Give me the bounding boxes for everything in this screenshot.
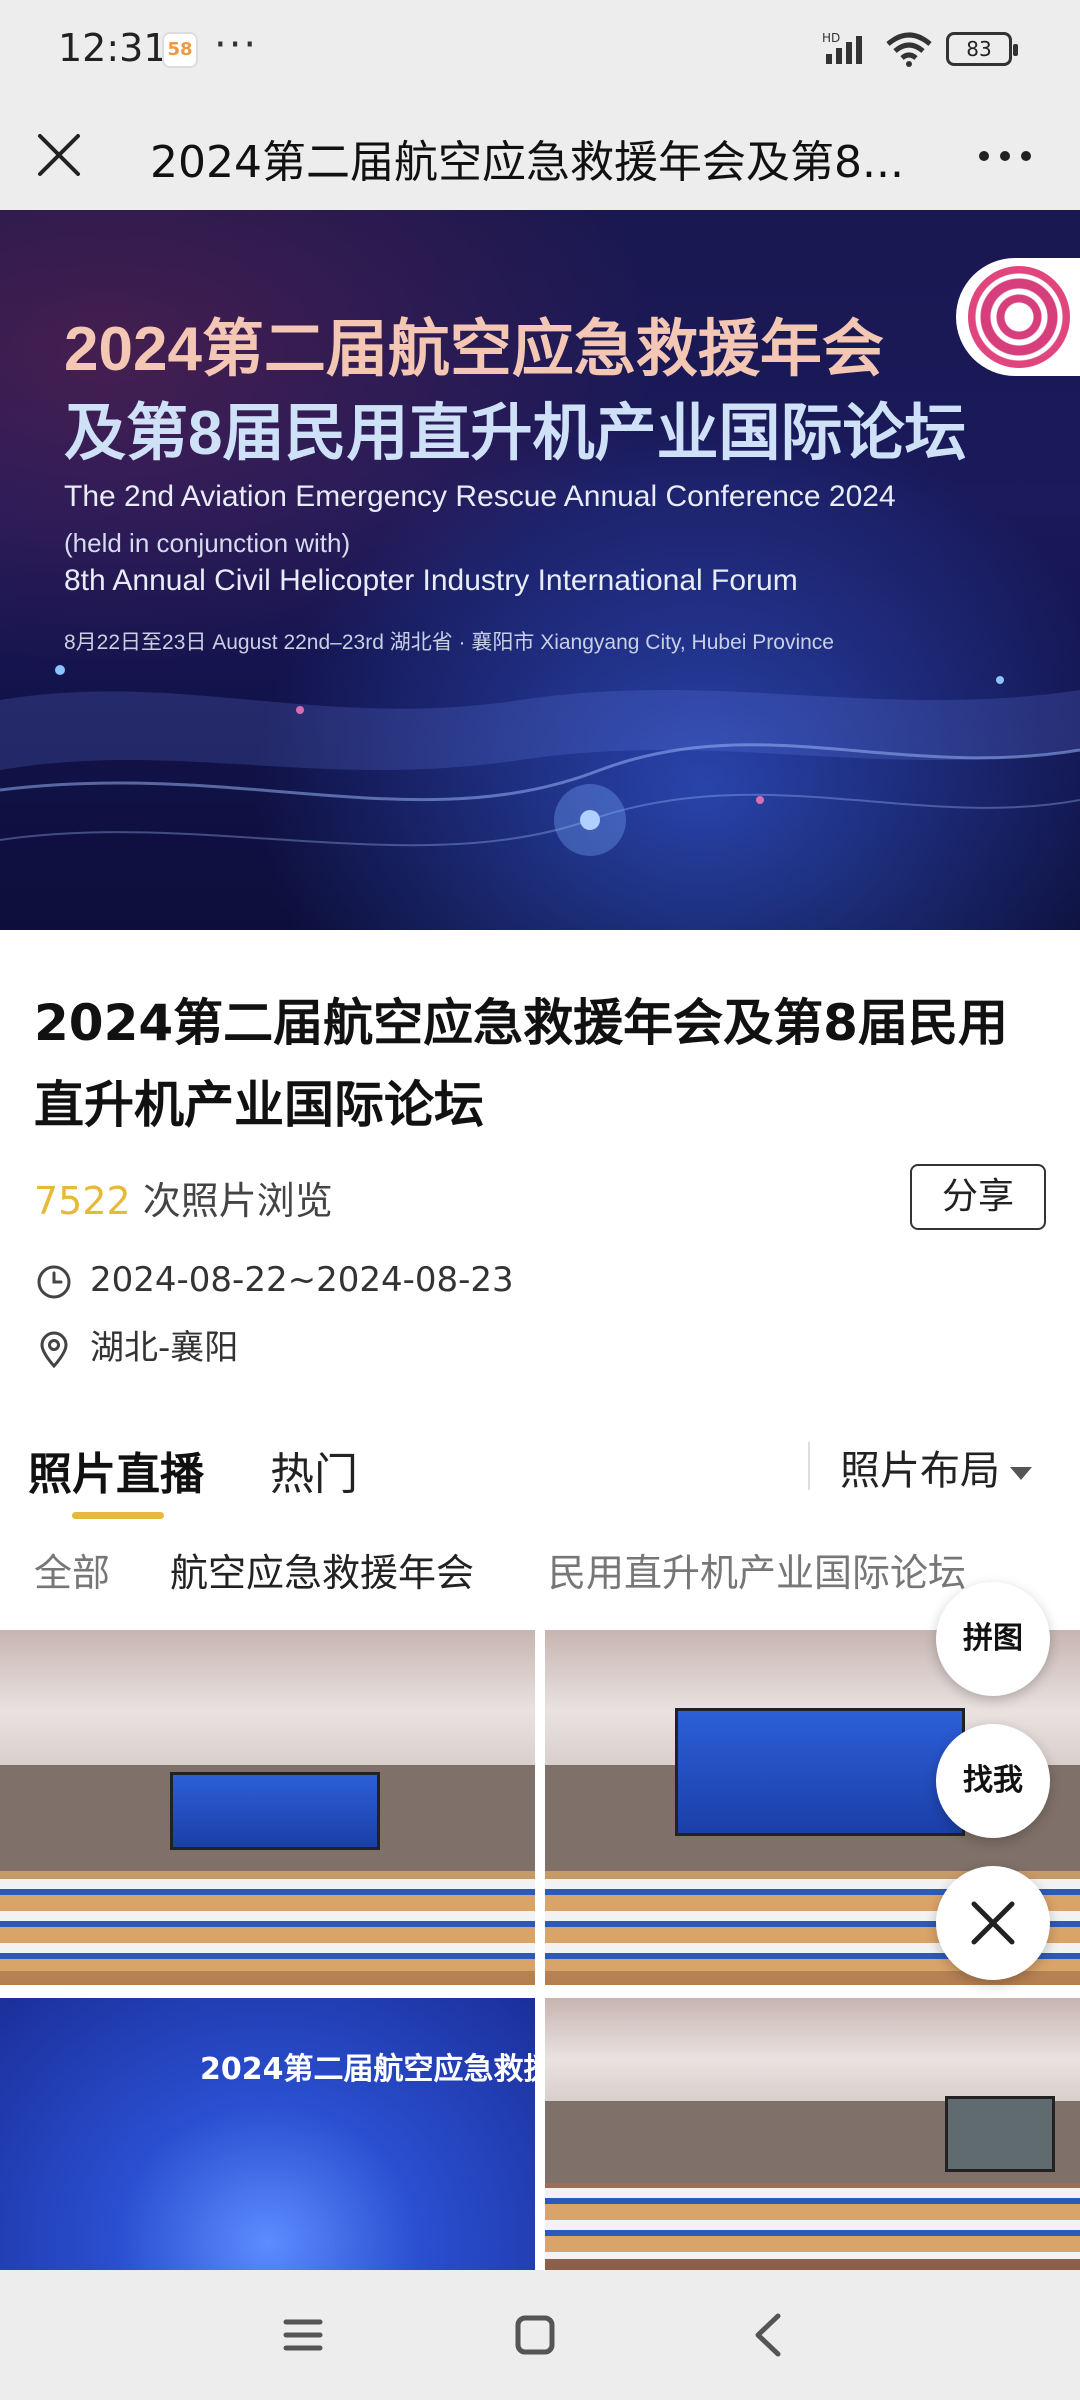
banner-title-cn-line1: 2024第二届航空应急救援年会 <box>64 315 884 384</box>
more-options-icon[interactable] <box>970 124 1040 188</box>
status-time: 12:31 <box>58 26 168 70</box>
logo-swirl-icon <box>968 266 1070 368</box>
event-banner: 2024第二届航空应急救援年会 及第8届民用直升机产业国际论坛 The 2nd … <box>0 210 1080 930</box>
event-location-row: 湖北-襄阳 <box>34 1320 238 1370</box>
recent-apps-icon[interactable] <box>268 2300 338 2370</box>
page-title: 2024第二届航空应急救援年会及第8... <box>150 137 904 188</box>
photo-ceiling <box>0 1630 535 1765</box>
share-button[interactable]: 分享 <box>910 1164 1046 1230</box>
photo-screen-caption: 2024第二届航空应急救援年会 <box>200 2052 535 2087</box>
photo-thumbnail[interactable] <box>545 1998 1080 2270</box>
banner-wave-graphic <box>0 665 1080 856</box>
system-navigation-bar <box>0 2270 1080 2400</box>
view-count: 7522 <box>34 1179 131 1223</box>
home-icon[interactable] <box>500 2300 570 2370</box>
photo-seating-rows <box>545 2188 1080 2260</box>
subtab-aerospace-rescue[interactable]: 航空应急救援年会 <box>170 1542 474 1597</box>
tab-divider <box>808 1442 810 1490</box>
clock-icon <box>37 1265 71 1298</box>
network-type-label: HD <box>822 31 840 45</box>
close-icon[interactable] <box>26 122 92 188</box>
photo-side-screen <box>945 2095 1055 2173</box>
photo-layout-dropdown[interactable]: 照片布局 <box>840 1438 1032 1496</box>
subtab-all[interactable]: 全部 <box>34 1542 110 1597</box>
cellular-signal-icon: HD <box>822 31 862 64</box>
banner-title-en-line3: 8th Annual Civil Helicopter Industry Int… <box>64 564 798 597</box>
photo-thumbnail[interactable]: 2024第二届航空应急救援年会 <box>0 1998 535 2270</box>
find-me-button[interactable]: 找我 <box>936 1724 1050 1838</box>
photo-views: 7522 次照片浏览 <box>34 1170 333 1225</box>
photo-stage-screen <box>675 1708 965 1836</box>
back-icon[interactable] <box>734 2300 804 2370</box>
photo-thumbnail[interactable] <box>0 1630 535 1985</box>
photo-layout-label: 照片布局 <box>840 1448 1000 1494</box>
caret-down-icon <box>1010 1466 1032 1480</box>
album-subtabs: 全部 航空应急救援年会 民用直升机产业国际论坛 <box>0 1542 1080 1602</box>
photo-stage-screen <box>170 1772 380 1851</box>
app-notification-icon: 58 <box>162 32 198 68</box>
location-pin-icon <box>40 1331 68 1368</box>
active-tab-indicator <box>72 1512 164 1519</box>
banner-date-location: 8月22日至23日 August 22nd–23rd 湖北省 · 襄阳市 Xia… <box>64 631 834 654</box>
view-count-suffix: 次照片浏览 <box>130 1179 333 1223</box>
event-date-row: 2024-08-22~2024-08-23 <box>34 1260 514 1302</box>
top-nav-bar: 2024第二届航空应急救援年会及第8... <box>0 100 1080 210</box>
status-bar: 12:31 58 ··· HD 83 <box>0 0 1080 100</box>
battery-indicator: 83 <box>946 32 1018 66</box>
event-date-range: 2024-08-22~2024-08-23 <box>90 1260 514 1300</box>
close-floating-menu-button[interactable] <box>936 1866 1050 1980</box>
photo-ceiling <box>545 1998 1080 2102</box>
organizer-logo <box>956 258 1080 376</box>
collage-button[interactable]: 拼图 <box>936 1582 1050 1696</box>
photo-seating-rows <box>0 1878 535 1971</box>
more-notifications-icon: ··· <box>214 22 259 68</box>
wifi-icon <box>886 32 932 67</box>
tab-hot[interactable]: 热门 <box>270 1438 358 1502</box>
photo-stage-screen <box>0 1998 535 2270</box>
banner-title-en-line1: The 2nd Aviation Emergency Rescue Annual… <box>64 480 896 513</box>
event-title: 2024第二届航空应急救援年会及第8届民用直升机产业国际论坛 <box>34 994 1008 1134</box>
main-tabs: 照片直播 热门 照片布局 <box>0 1430 1080 1530</box>
event-location: 湖北-襄阳 <box>90 1328 239 1368</box>
banner-title-cn-line2: 及第8届民用直升机产业国际论坛 <box>64 399 967 468</box>
tab-photo-live[interactable]: 照片直播 <box>28 1438 204 1502</box>
close-icon <box>971 1901 1015 1945</box>
banner-title-en-line2: (held in conjunction with) <box>64 528 351 558</box>
subtab-helicopter-forum[interactable]: 民用直升机产业国际论坛 <box>548 1542 966 1597</box>
